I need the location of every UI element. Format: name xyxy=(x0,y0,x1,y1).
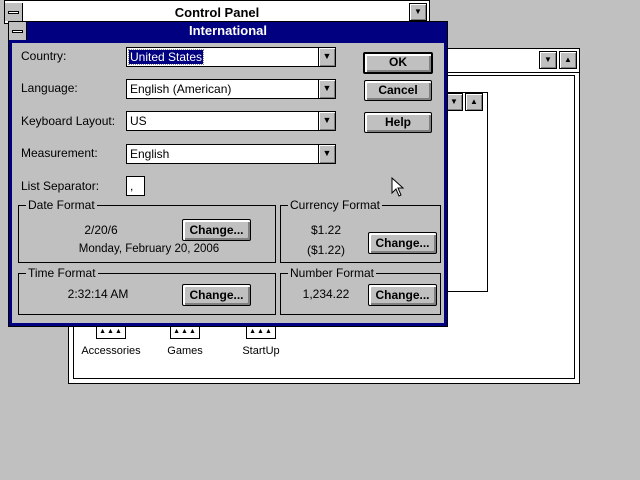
help-button[interactable]: Help xyxy=(364,112,432,133)
group-maximize-icon[interactable]: ▲ xyxy=(559,51,577,69)
currency-format-group: Currency Format $1.22 ($1.22) Change... xyxy=(280,198,441,263)
international-dialog[interactable]: International Country: United States ▼ L… xyxy=(8,21,448,327)
keyboard-layout-combo[interactable]: US ▼ xyxy=(126,111,336,131)
ok-button[interactable]: OK xyxy=(363,52,433,74)
list-separator-field[interactable]: , xyxy=(126,176,145,196)
program-group-icon: ▲▲▲ xyxy=(170,325,200,339)
program-group-icon: ▲▲▲ xyxy=(246,325,276,339)
time-change-button[interactable]: Change... xyxy=(182,284,251,306)
keyboard-layout-label: Keyboard Layout: xyxy=(21,114,116,128)
program-group-games[interactable]: ▲▲▲ Games xyxy=(157,325,213,357)
number-value: 1,234.22 xyxy=(302,287,350,301)
list-separator-value: , xyxy=(130,179,134,193)
mouse-cursor-icon xyxy=(391,177,405,197)
currency-positive-value: $1.22 xyxy=(310,223,342,237)
control-panel-minimize-icon[interactable]: ▼ xyxy=(409,3,427,21)
number-change-button[interactable]: Change... xyxy=(368,284,437,306)
language-combo[interactable]: English (American) ▼ xyxy=(126,79,336,99)
group-minimize-icon[interactable]: ▼ xyxy=(539,51,557,69)
control-panel-title: Control Panel xyxy=(174,5,260,20)
language-label: Language: xyxy=(21,81,78,95)
time-value: 2:32:14 AM xyxy=(67,287,129,301)
cancel-button[interactable]: Cancel xyxy=(364,80,432,101)
time-format-group: Time Format 2:32:14 AM Change... xyxy=(18,266,276,315)
dialog-body: Country: United States ▼ Language: Engli… xyxy=(12,43,444,323)
program-group-icon: ▲▲▲ xyxy=(96,325,126,339)
language-value: English (American) xyxy=(130,82,232,96)
program-group-label: Accessories xyxy=(81,345,141,357)
inner-maximize-icon[interactable]: ▲ xyxy=(465,93,483,111)
date-change-button[interactable]: Change... xyxy=(182,219,251,241)
date-short-value: 2/20/6 xyxy=(84,223,118,237)
chevron-down-icon[interactable]: ▼ xyxy=(318,80,335,98)
time-format-title: Time Format xyxy=(26,266,98,280)
measurement-value: English xyxy=(130,147,170,161)
chevron-down-icon[interactable]: ▼ xyxy=(318,145,335,163)
date-format-group: Date Format 2/20/6 Monday, February 20, … xyxy=(18,198,276,263)
program-group-accessories[interactable]: ▲▲▲ Accessories xyxy=(77,325,145,357)
date-format-title: Date Format xyxy=(26,198,97,212)
program-group-label: StartUp xyxy=(242,345,280,357)
number-format-title: Number Format xyxy=(288,266,377,280)
program-group-startup[interactable]: ▲▲▲ StartUp xyxy=(229,325,293,357)
currency-change-button[interactable]: Change... xyxy=(368,232,437,254)
number-format-group: Number Format 1,234.22 Change... xyxy=(280,266,441,315)
currency-negative-value: ($1.22) xyxy=(306,243,346,257)
measurement-label: Measurement: xyxy=(21,146,98,160)
measurement-combo[interactable]: English ▼ xyxy=(126,144,336,164)
chevron-down-icon[interactable]: ▼ xyxy=(318,112,335,130)
list-separator-label: List Separator: xyxy=(21,179,100,193)
date-long-value: Monday, February 20, 2006 xyxy=(78,243,220,255)
dialog-title: International xyxy=(9,22,447,40)
country-value: United States xyxy=(127,49,205,65)
country-label: Country: xyxy=(21,49,67,63)
keyboard-layout-value: US xyxy=(130,114,147,128)
program-group-label: Games xyxy=(167,345,203,357)
chevron-down-icon[interactable]: ▼ xyxy=(318,48,335,66)
country-combo[interactable]: United States ▼ xyxy=(126,47,336,67)
dialog-system-menu[interactable] xyxy=(9,22,27,40)
currency-format-title: Currency Format xyxy=(288,198,383,212)
